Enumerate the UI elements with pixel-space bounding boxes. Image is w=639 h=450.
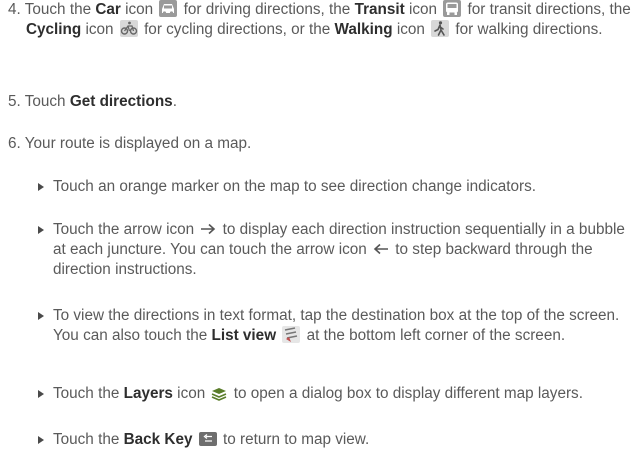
back-key-icon xyxy=(198,432,217,446)
bullet-marker xyxy=(38,183,44,191)
bullet-marker xyxy=(38,436,44,444)
instructions-page: 4. Touch the Car icon for driving direct… xyxy=(0,0,639,450)
bullet-item: To view the directions in text format, t… xyxy=(38,306,633,346)
step-number: 4. xyxy=(8,1,21,18)
step-text: Touch the xyxy=(24,1,92,18)
layers-label: Layers xyxy=(123,385,173,402)
car-icon xyxy=(159,0,178,17)
list-view-icon xyxy=(282,326,301,343)
step-5: 5. Touch Get directions. xyxy=(8,93,177,110)
step-4: 4. Touch the Car icon for driving direct… xyxy=(8,0,631,38)
cycling-label: Cycling xyxy=(26,21,82,38)
bullet-marker xyxy=(38,312,44,320)
bullet-item: Touch the Layers icon to open a dialog b… xyxy=(38,384,633,404)
car-label: Car xyxy=(95,1,121,18)
walking-label: Walking xyxy=(334,21,393,38)
get-directions-label: Get directions xyxy=(69,93,173,110)
step-number: 5. xyxy=(8,93,21,110)
bullet-item: Touch an orange marker on the map to see… xyxy=(38,177,633,197)
bicycle-icon xyxy=(119,20,138,37)
bullet-item: Touch the Back Key to return to map view… xyxy=(38,430,633,450)
bullet-marker xyxy=(38,390,44,398)
bullet-marker xyxy=(38,226,44,234)
walking-person-icon xyxy=(431,20,450,37)
bullet-item: Touch the arrow icon to display each dir… xyxy=(38,220,633,280)
arrow-right-icon xyxy=(200,223,216,235)
step-number: 6. xyxy=(8,135,21,152)
arrow-left-icon xyxy=(373,243,389,255)
transit-bus-icon xyxy=(443,0,462,17)
back-key-label: Back Key xyxy=(123,431,193,448)
list-view-label: List view xyxy=(211,327,277,344)
layers-icon xyxy=(211,387,227,401)
transit-label: Transit xyxy=(354,1,405,18)
step-6: 6. Your route is displayed on a map. xyxy=(8,135,252,152)
